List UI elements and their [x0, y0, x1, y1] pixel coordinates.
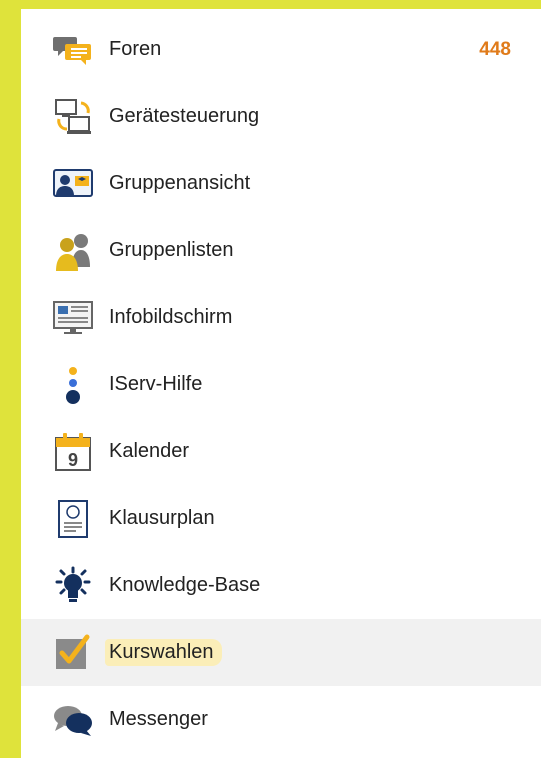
- group-view-icon: [51, 162, 95, 206]
- menu-item-iserv-hilfe[interactable]: IServ-Hilfe: [21, 351, 541, 418]
- menu-item-label: Infobildschirm: [109, 306, 233, 328]
- app-menu: Foren 448 Gerätesteuerung Gruppenansicht…: [21, 9, 541, 758]
- menu-item-kurswahlen[interactable]: Kurswahlen: [21, 619, 541, 686]
- calendar-icon: 9: [51, 430, 95, 474]
- menu-item-label: Klausurplan: [109, 507, 215, 529]
- help-icon: [51, 363, 95, 407]
- menu-item-label: Foren: [109, 38, 162, 60]
- menu-item-foren[interactable]: Foren 448: [21, 16, 541, 83]
- menu-item-infobildschirm[interactable]: Infobildschirm: [21, 284, 541, 351]
- messenger-icon: [51, 698, 95, 742]
- checkbox-icon: [51, 631, 95, 675]
- menu-item-messenger[interactable]: Messenger: [21, 686, 541, 753]
- group-list-icon: [51, 229, 95, 273]
- menu-item-gruppenansicht[interactable]: Gruppenansicht: [21, 150, 541, 217]
- left-accent-bar: [0, 0, 21, 758]
- menu-item-kalender[interactable]: 9 Kalender: [21, 418, 541, 485]
- menu-item-label: Kalender: [109, 440, 190, 462]
- menu-item-label: Kurswahlen: [105, 639, 222, 666]
- menu-item-label: IServ-Hilfe: [109, 373, 203, 395]
- menu-item-label: Gruppenlisten: [109, 239, 234, 261]
- forum-icon: [51, 28, 95, 72]
- lightbulb-icon: [51, 564, 95, 608]
- top-accent-bar: [0, 0, 541, 9]
- info-screen-icon: [51, 296, 95, 340]
- menu-item-klausurplan[interactable]: Klausurplan: [21, 485, 541, 552]
- menu-item-gruppenlisten[interactable]: Gruppenlisten: [21, 217, 541, 284]
- calendar-day-text: 9: [68, 450, 78, 470]
- menu-item-label: Gerätesteuerung: [109, 105, 260, 127]
- menu-item-knowledge-base[interactable]: Knowledge-Base: [21, 552, 541, 619]
- menu-item-label: Knowledge-Base: [109, 574, 261, 596]
- menu-item-geraetesteuerung[interactable]: Gerätesteuerung: [21, 83, 541, 150]
- exam-plan-icon: [51, 497, 95, 541]
- menu-item-label: Gruppenansicht: [109, 172, 251, 194]
- menu-item-label: Messenger: [109, 708, 208, 730]
- unread-count-badge: 448: [479, 38, 511, 60]
- device-control-icon: [51, 95, 95, 139]
